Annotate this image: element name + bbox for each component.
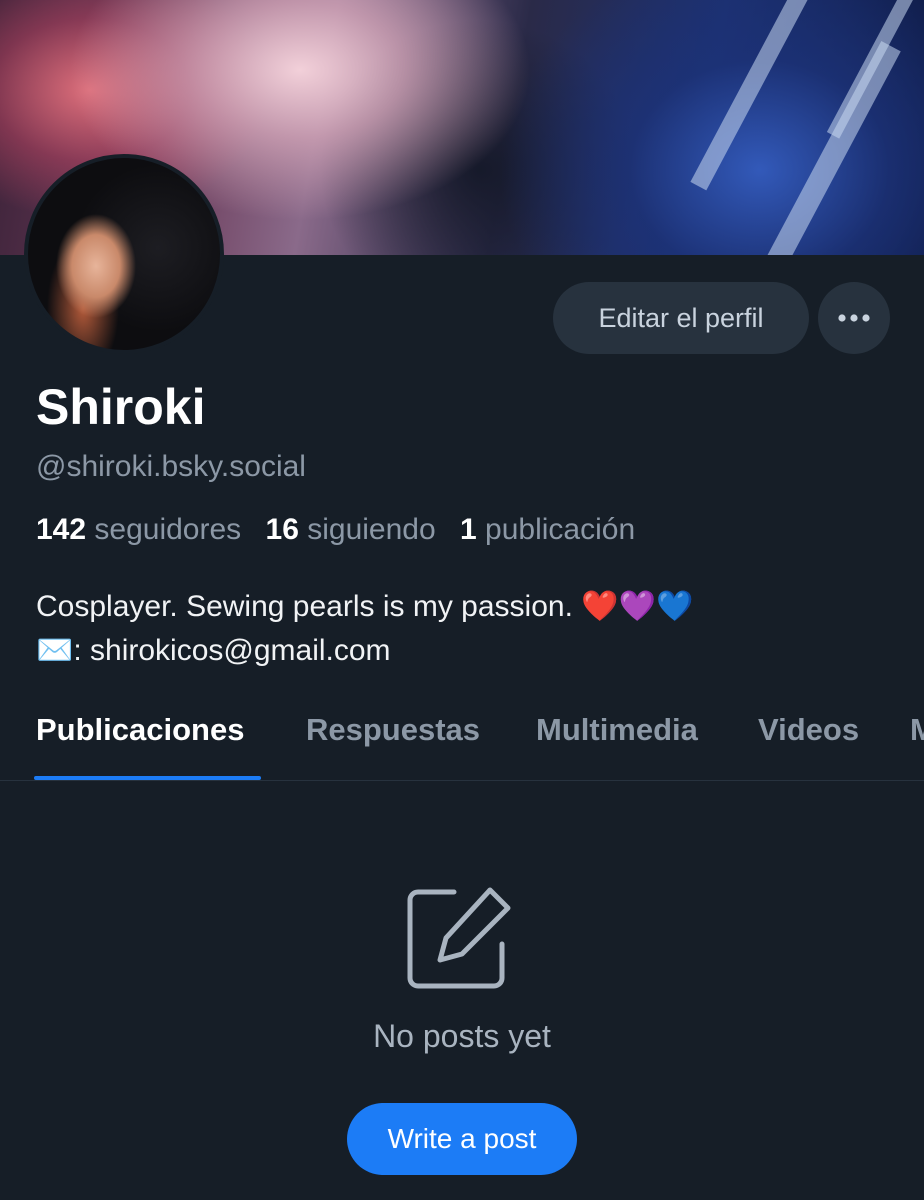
followers-stat[interactable]: 142 seguidores <box>36 513 241 546</box>
write-post-button[interactable]: Write a post <box>347 1103 577 1175</box>
posts-count: 1 <box>460 513 477 546</box>
followers-count: 142 <box>36 513 87 546</box>
edit-profile-button[interactable]: Editar el perfil <box>553 282 809 354</box>
tab-multimedia[interactable]: Multimedia <box>536 712 698 748</box>
active-tab-indicator <box>34 776 261 780</box>
following-label: siguiendo <box>307 513 436 546</box>
edit-icon <box>407 887 511 989</box>
handle: @shiroki.bsky.social <box>36 450 306 483</box>
bio-line: Cosplayer. Sewing pearls is my passion. … <box>36 590 694 623</box>
posts-label: publicación <box>485 513 636 546</box>
followers-label: seguidores <box>94 513 242 546</box>
avatar[interactable] <box>24 154 224 354</box>
bio-contact-line: ✉️: shirokicos@gmail.com <box>36 634 391 667</box>
empty-state-message: No posts yet <box>373 1018 551 1054</box>
bio: Cosplayer. Sewing pearls is my passion. … <box>36 585 693 673</box>
tab-overflow[interactable]: M <box>910 712 924 748</box>
profile-tabs: Publicaciones Respuestas Multimedia Vide… <box>0 700 924 781</box>
tab-publicaciones[interactable]: Publicaciones <box>36 712 244 748</box>
following-stat[interactable]: 16 siguiendo <box>266 513 436 546</box>
profile-stats: 142 seguidores 16 siguiendo 1 publicació… <box>36 513 635 547</box>
more-options-button[interactable] <box>818 282 890 354</box>
tab-respuestas[interactable]: Respuestas <box>306 712 480 748</box>
following-count: 16 <box>265 513 299 546</box>
display-name: Shiroki <box>36 379 206 435</box>
ellipsis-icon <box>838 314 870 322</box>
tab-videos[interactable]: Videos <box>758 712 859 748</box>
posts-stat: 1 publicación <box>460 513 635 546</box>
